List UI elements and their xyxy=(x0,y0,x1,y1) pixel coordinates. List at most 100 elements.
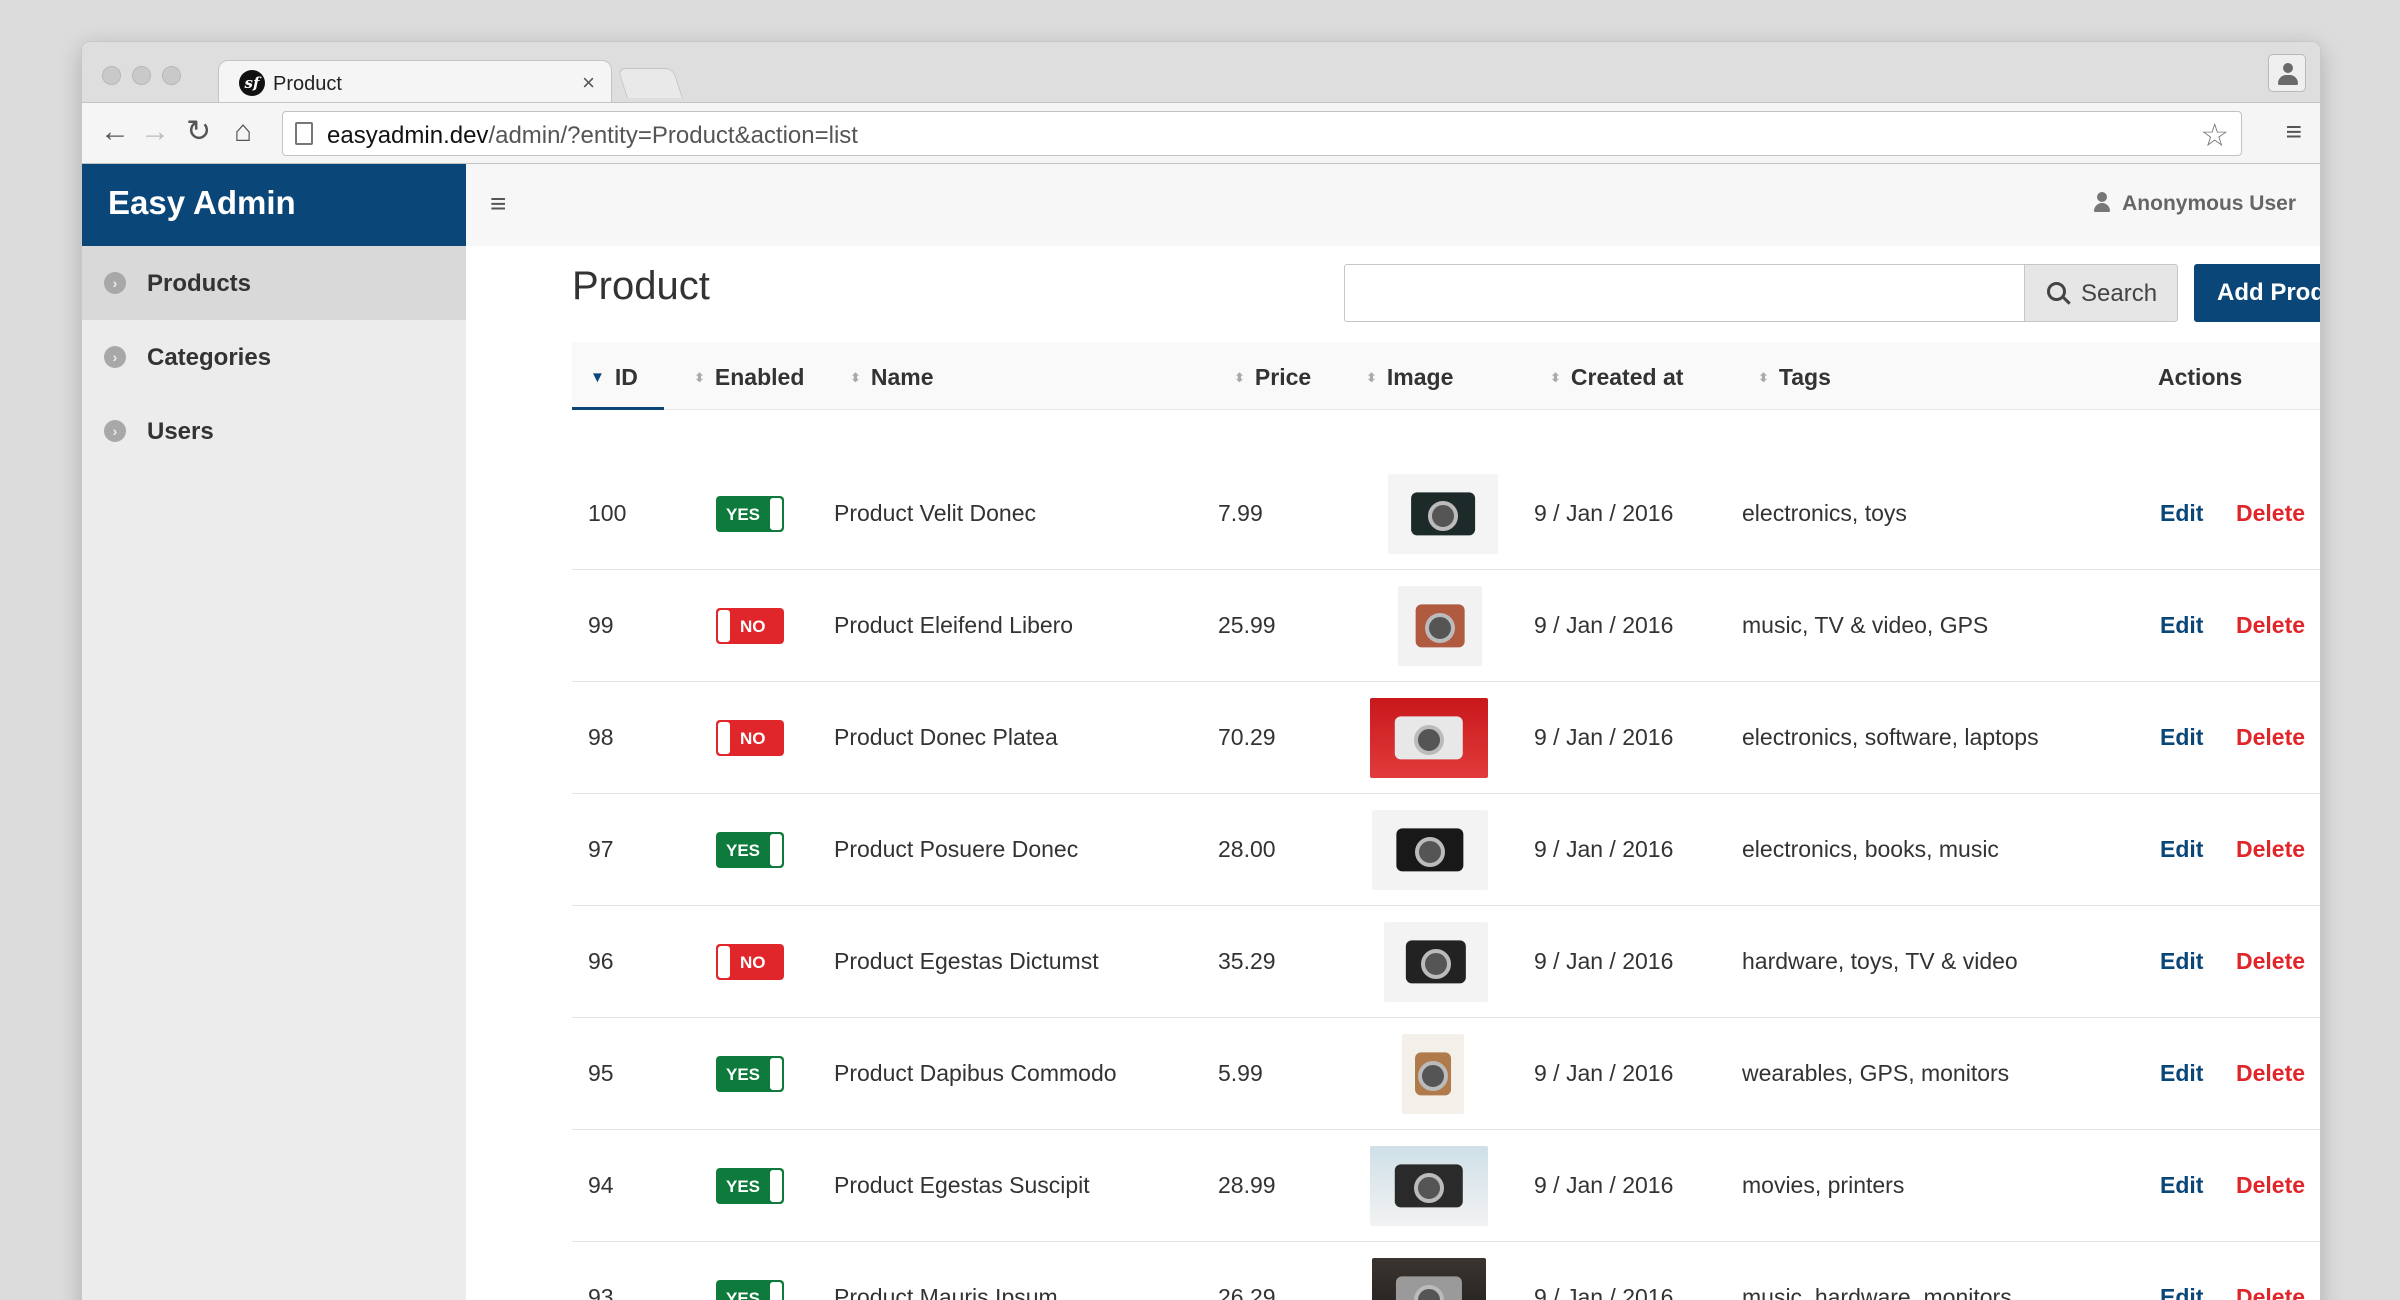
delete-link[interactable]: Delete xyxy=(2236,1284,2305,1300)
product-image[interactable] xyxy=(1370,1146,1488,1226)
sort-icon: ⬍ xyxy=(1550,370,1561,385)
delete-link[interactable]: Delete xyxy=(2236,724,2305,751)
product-image[interactable] xyxy=(1372,810,1488,890)
cell-id: 97 xyxy=(588,836,614,862)
sort-icon: ⬍ xyxy=(1758,370,1769,385)
cell-created-at: 9 / Jan / 2016 xyxy=(1534,1060,1674,1086)
cell-id: 99 xyxy=(588,612,614,638)
hamburger-menu-icon[interactable]: ≡ xyxy=(490,190,506,218)
page-icon xyxy=(295,122,313,145)
toggle-knob xyxy=(770,1282,782,1300)
cell-created-at: 9 / Jan / 2016 xyxy=(1534,1284,1674,1300)
toggle-knob xyxy=(718,610,730,642)
column-header-enabled[interactable]: ⬍ Enabled xyxy=(694,364,804,391)
product-image[interactable] xyxy=(1372,1258,1486,1300)
add-product-button[interactable]: Add Product xyxy=(2194,264,2320,322)
product-image[interactable] xyxy=(1384,922,1488,1002)
brand-header[interactable]: Easy Admin xyxy=(82,164,466,246)
browser-menu-icon[interactable]: ≡ xyxy=(2286,117,2302,147)
enabled-toggle[interactable]: YES xyxy=(716,1056,784,1092)
enabled-toggle[interactable]: NO xyxy=(716,944,784,980)
url-host: easyadmin.dev xyxy=(327,122,489,149)
search-button[interactable]: Search xyxy=(2024,264,2178,322)
profile-button[interactable] xyxy=(2268,54,2306,92)
active-sort-underline xyxy=(572,407,664,410)
home-icon[interactable]: ⌂ xyxy=(234,115,252,149)
cell-tags: hardware, toys, TV & video xyxy=(1742,948,2018,974)
main-content: Product Search Add Product ▼ID ⬍Enabled … xyxy=(466,246,2320,1300)
sidebar-item-categories[interactable]: › Categories xyxy=(82,320,466,394)
sidebar-item-label: Products xyxy=(147,270,252,297)
column-header-image[interactable]: ⬍ Image xyxy=(1366,364,1453,391)
edit-link[interactable]: Edit xyxy=(2160,500,2203,527)
edit-link[interactable]: Edit xyxy=(2160,1060,2203,1087)
cell-price: 25.99 xyxy=(1218,612,1276,638)
toggle-label: NO xyxy=(740,729,766,748)
tab-close-icon[interactable]: × xyxy=(582,70,595,96)
edit-link[interactable]: Edit xyxy=(2160,1172,2203,1199)
product-image[interactable] xyxy=(1370,698,1488,778)
browser-toolbar: ← → ↻ ⌂ easyadmin.dev/admin/?entity=Prod… xyxy=(82,102,2320,164)
delete-link[interactable]: Delete xyxy=(2236,948,2305,975)
reload-icon[interactable]: ↻ xyxy=(186,115,211,149)
column-header-name[interactable]: ⬍ Name xyxy=(850,364,934,391)
product-image[interactable] xyxy=(1398,586,1482,666)
cell-name: Product Posuere Donec xyxy=(834,836,1079,862)
enabled-toggle[interactable]: YES xyxy=(716,832,784,868)
delete-link[interactable]: Delete xyxy=(2236,1060,2305,1087)
enabled-toggle[interactable]: YES xyxy=(716,1280,784,1300)
forward-arrow-icon[interactable]: → xyxy=(140,115,170,149)
delete-link[interactable]: Delete xyxy=(2236,500,2305,527)
address-bar[interactable]: easyadmin.dev/admin/?entity=Product&acti… xyxy=(282,111,2242,156)
sidebar-item-products[interactable]: › Products xyxy=(82,246,466,320)
cell-price: 35.29 xyxy=(1218,948,1276,974)
cell-tags: electronics, software, laptops xyxy=(1742,724,2039,750)
edit-link[interactable]: Edit xyxy=(2160,612,2203,639)
sort-icon: ⬍ xyxy=(1234,370,1245,385)
column-header-created-at[interactable]: ⬍ Created at xyxy=(1550,364,1683,391)
enabled-toggle[interactable]: YES xyxy=(716,1168,784,1204)
enabled-toggle[interactable]: NO xyxy=(716,608,784,644)
new-tab-button[interactable] xyxy=(617,68,683,98)
person-icon xyxy=(2283,63,2293,73)
browser-tab[interactable]: sf Product × xyxy=(218,60,612,102)
product-image[interactable] xyxy=(1402,1034,1464,1114)
column-header-price[interactable]: ⬍ Price xyxy=(1234,364,1311,391)
tab-title: Product xyxy=(273,73,342,95)
edit-link[interactable]: Edit xyxy=(2160,836,2203,863)
top-bar: ≡ Anonymous User xyxy=(466,164,2320,246)
user-menu[interactable]: Anonymous User xyxy=(2094,192,2296,216)
toggle-label: NO xyxy=(740,617,766,636)
delete-link[interactable]: Delete xyxy=(2236,612,2305,639)
cell-price: 28.99 xyxy=(1218,1172,1276,1198)
close-window-button[interactable] xyxy=(102,66,121,85)
column-header-tags[interactable]: ⬍ Tags xyxy=(1758,364,1831,391)
sidebar-item-users[interactable]: › Users xyxy=(82,394,466,468)
chevron-circle-icon: › xyxy=(104,420,126,442)
back-arrow-icon[interactable]: ← xyxy=(100,115,130,149)
column-header-id[interactable]: ▼ ID xyxy=(590,364,638,391)
edit-link[interactable]: Edit xyxy=(2160,1284,2203,1300)
edit-link[interactable]: Edit xyxy=(2160,724,2203,751)
cell-created-at: 9 / Jan / 2016 xyxy=(1534,500,1674,526)
enabled-toggle[interactable]: NO xyxy=(716,720,784,756)
table-row: 98 NO Product Donec Platea 70.29 9 / Jan / 2… xyxy=(572,682,2320,794)
maximize-window-button[interactable] xyxy=(162,66,181,85)
toggle-knob xyxy=(718,722,730,754)
product-image[interactable] xyxy=(1388,474,1498,554)
brand-title: Easy Admin xyxy=(108,184,296,221)
bookmark-star-icon[interactable]: ☆ xyxy=(2200,116,2229,154)
toggle-label: NO xyxy=(740,953,766,972)
delete-link[interactable]: Delete xyxy=(2236,836,2305,863)
cell-id: 93 xyxy=(588,1284,614,1300)
cell-name: Product Eleifend Libero xyxy=(834,612,1074,638)
cell-created-at: 9 / Jan / 2016 xyxy=(1534,948,1674,974)
enabled-toggle[interactable]: YES xyxy=(716,496,784,532)
sidebar-item-label: Users xyxy=(147,418,214,445)
delete-link[interactable]: Delete xyxy=(2236,1172,2305,1199)
search-input[interactable] xyxy=(1344,264,2024,322)
edit-link[interactable]: Edit xyxy=(2160,948,2203,975)
cell-price: 70.29 xyxy=(1218,724,1276,750)
minimize-window-button[interactable] xyxy=(132,66,151,85)
cell-created-at: 9 / Jan / 2016 xyxy=(1534,724,1674,750)
